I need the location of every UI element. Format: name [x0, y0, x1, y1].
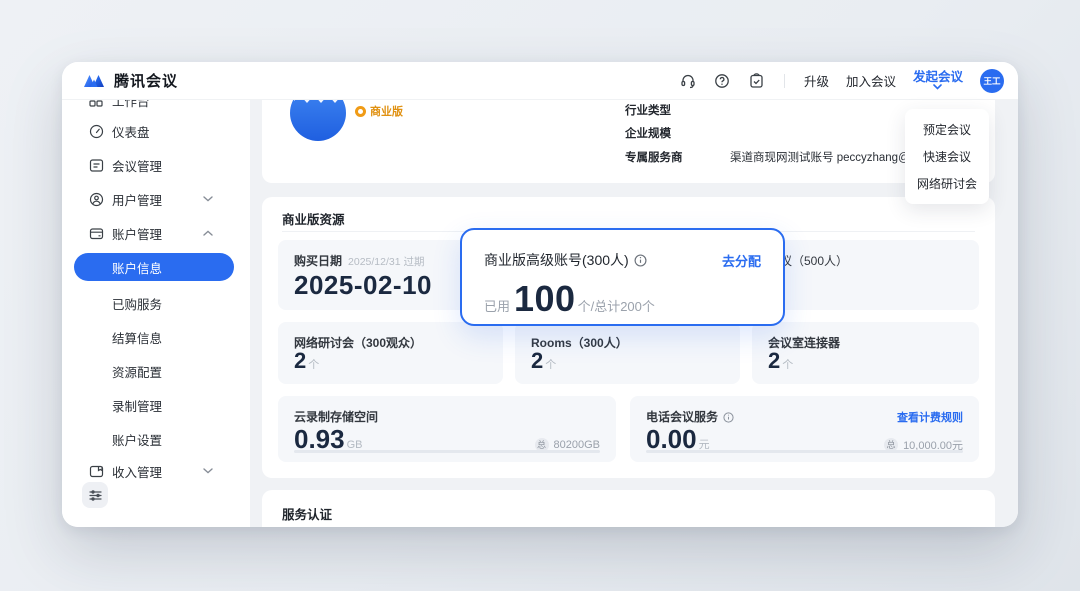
start-meeting-button[interactable]: 发起会议	[913, 71, 963, 91]
collapse-sidebar-button[interactable]	[82, 482, 108, 508]
headset-icon[interactable]	[680, 72, 697, 89]
chevron-up-icon	[202, 227, 214, 239]
sidebar-item-dashboard[interactable]: 仪表盘	[62, 121, 250, 141]
total-suffix: 个/总计200个	[578, 296, 655, 315]
chevron-down-icon	[202, 465, 214, 477]
phone-service-tile: 电话会议服务 查看计费规则 0.00元 总 10,000.00元	[630, 396, 979, 462]
sidebar: 工作台 仪表盘 会议管理	[62, 100, 250, 527]
sidebar-item-account-management[interactable]: 账户管理	[62, 223, 250, 243]
rooms-tile: Rooms（300人） 2 个	[515, 322, 740, 384]
allocate-link[interactable]: 去分配	[722, 251, 761, 270]
chevron-down-icon	[933, 84, 942, 90]
connector-value: 2	[768, 348, 780, 374]
app-window: 腾讯会议	[62, 62, 1018, 527]
help-icon[interactable]	[714, 72, 731, 89]
industry-label: 行业类型	[625, 102, 730, 118]
service-certification-card: 服务认证	[262, 490, 995, 527]
clipboard-check-icon[interactable]	[748, 72, 765, 89]
scale-label: 企业规模	[625, 125, 730, 141]
phone-service-progressbar	[646, 450, 963, 453]
menu-item-quick-meeting[interactable]: 快速会议	[905, 143, 989, 170]
section-title: 商业版资源	[282, 209, 345, 228]
webinar-unit: 个	[308, 356, 319, 372]
main-content: 商业版 行业类型 企业规模 专属服务商 渠道商现网测试账号 peccyzhang…	[250, 100, 1018, 527]
rooms-unit: 个	[545, 356, 556, 372]
expire-note: 2025/12/31 过期	[348, 256, 424, 268]
sidebar-item-recording-management[interactable]: 录制管理	[112, 396, 162, 415]
avatar[interactable]: 王工	[980, 69, 1004, 93]
provider-label: 专属服务商	[625, 149, 730, 165]
sidebar-item-user-management[interactable]: 用户管理	[62, 189, 250, 209]
sidebar-item-account-settings[interactable]: 账户设置	[112, 430, 162, 449]
sidebar-item-meeting-management[interactable]: 会议管理	[62, 155, 250, 175]
cloud-storage-title: 云录制存储空间	[294, 408, 378, 425]
join-meeting-button[interactable]: 加入会议	[846, 71, 896, 90]
start-meeting-dropdown: 预定会议 快速会议 网络研讨会	[905, 109, 989, 204]
cloud-storage-tile: 云录制存储空间 0.93GB 总 80200GB	[278, 396, 616, 462]
scale-row: 企业规模	[625, 125, 730, 141]
sidebar-item-billing-info[interactable]: 结算信息	[112, 328, 162, 347]
connector-tile: 会议室连接器 2 个	[752, 322, 979, 384]
upgrade-button[interactable]: 升级	[804, 71, 829, 90]
premium-account-popover: 商业版高级账号(300人) 去分配 已用 100 个/总计200个	[460, 228, 785, 326]
info-circle-icon[interactable]	[723, 412, 734, 423]
company-logo	[290, 100, 346, 141]
chevron-down-icon	[202, 193, 214, 205]
sidebar-item-workbench[interactable]: 工作台	[62, 100, 250, 110]
rooms-value: 2	[531, 348, 543, 374]
webinar-value: 2	[294, 348, 306, 374]
income-icon	[88, 463, 104, 479]
tencent-meeting-logo-icon	[82, 72, 106, 89]
company-profile-card: 商业版 行业类型 企业规模 专属服务商 渠道商现网测试账号 peccyzhang…	[262, 100, 995, 183]
top-header: 腾讯会议	[62, 62, 1018, 100]
menu-item-schedule-meeting[interactable]: 预定会议	[905, 116, 989, 143]
purchase-date-label: 购买日期2025/12/31 过期	[294, 252, 424, 269]
purchase-date-value: 2025-02-10	[294, 270, 432, 301]
user-icon	[88, 191, 104, 207]
edition-badge-icon	[355, 106, 366, 117]
cloud-storage-progressbar	[294, 450, 600, 453]
cloud-storage-total-value: 80200GB	[554, 439, 600, 451]
header-divider	[784, 74, 785, 88]
industry-row: 行业类型	[625, 102, 730, 118]
connector-unit: 个	[782, 356, 793, 372]
gauge-icon	[88, 123, 104, 139]
premium-account-usage: 已用 100 个/总计200个	[484, 278, 655, 320]
brand: 腾讯会议	[82, 70, 178, 91]
sidebar-item-resource-config[interactable]: 资源配置	[112, 362, 162, 381]
edition-badge: 商业版	[355, 103, 403, 119]
info-circle-icon[interactable]	[634, 254, 647, 267]
brand-name: 腾讯会议	[114, 70, 178, 91]
billing-rules-link[interactable]: 查看计费规则	[897, 409, 963, 425]
filter-sliders-icon	[89, 490, 102, 501]
used-value: 100	[514, 278, 576, 320]
sidebar-item-purchased-services[interactable]: 已购服务	[112, 294, 162, 313]
menu-item-webinar[interactable]: 网络研讨会	[905, 170, 989, 197]
meeting-500-tile: 会议（500人）	[752, 240, 979, 310]
webinar-tile: 网络研讨会（300观众） 2 个	[278, 322, 503, 384]
meeting-list-icon	[88, 157, 104, 173]
header-actions: 升级 加入会议 发起会议 王工	[680, 69, 1004, 93]
premium-account-title: 商业版高级账号(300人)	[484, 250, 629, 270]
sidebar-item-account-info-active[interactable]: 账户信息	[74, 253, 234, 281]
card-icon	[88, 225, 104, 241]
sidebar-item-income-management[interactable]: 收入管理	[62, 461, 250, 481]
used-label: 已用	[484, 296, 510, 315]
phone-service-title: 电话会议服务	[646, 408, 734, 425]
certification-title: 服务认证	[282, 504, 332, 523]
grid-icon	[88, 100, 104, 108]
